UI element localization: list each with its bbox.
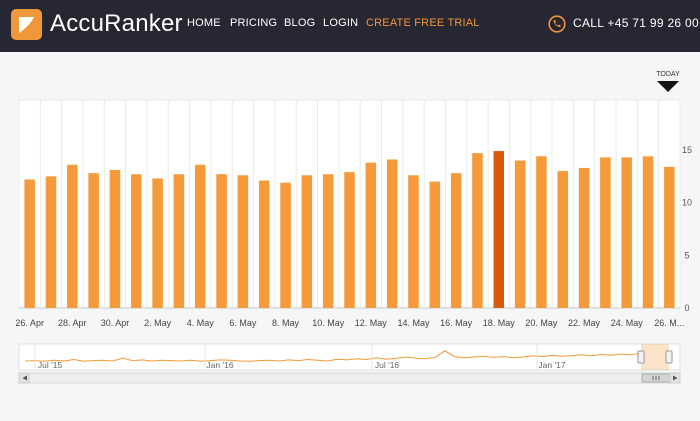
navigator-scrollbar-track[interactable] bbox=[18, 372, 681, 384]
navigator-right-handle[interactable] bbox=[665, 350, 673, 364]
x-tick-label: 12. May bbox=[355, 318, 388, 328]
bar-24-may bbox=[621, 157, 632, 308]
bar-2-may bbox=[152, 178, 163, 308]
bar-17-may bbox=[472, 153, 483, 308]
rank-history-chart[interactable]: 0 5 10 15 26. Apr 28. Apr 30. Apr 2. May 4. May… bbox=[0, 52, 700, 416]
x-tick-label: 28. Apr bbox=[58, 318, 87, 328]
nav-home[interactable]: HOME bbox=[187, 17, 221, 29]
bar-20-may bbox=[536, 156, 547, 308]
y-tick-label: 0 bbox=[684, 303, 689, 313]
x-tick-label: 26. M... bbox=[654, 318, 684, 328]
y-axis: 0 5 10 15 bbox=[682, 145, 692, 313]
phone-icon[interactable] bbox=[548, 15, 566, 33]
y-tick-label: 10 bbox=[682, 198, 692, 208]
bar-8-may bbox=[280, 182, 291, 308]
y-tick-label: 5 bbox=[684, 250, 689, 260]
x-tick-label: 2. May bbox=[144, 318, 172, 328]
x-tick-label: 18. May bbox=[483, 318, 516, 328]
x-tick-label: 30. Apr bbox=[101, 318, 130, 328]
phone-number[interactable]: CALL +45 71 99 26 00 bbox=[573, 16, 699, 30]
navigator-background bbox=[18, 343, 681, 371]
bar-9-may bbox=[301, 175, 313, 308]
bar-26-apr bbox=[24, 179, 35, 308]
top-navigation-bar: AccuRanker HOME PRICING BLOG LOGIN CREAT… bbox=[0, 0, 700, 52]
x-tick-label: 14. May bbox=[397, 318, 430, 328]
bar-10-may bbox=[322, 174, 334, 308]
bar-5-may bbox=[216, 174, 227, 308]
bar-4-may bbox=[194, 164, 206, 308]
range-navigator: Jul '15 Jan '16 Jul '16 Jan '17 bbox=[18, 343, 681, 384]
bar-30-apr bbox=[109, 170, 121, 308]
bar-18-may bbox=[493, 151, 505, 308]
navigator-label: Jan '17 bbox=[538, 360, 565, 370]
bar-7-may bbox=[258, 180, 270, 308]
keyword-rank-chart: 0 5 10 15 26. Apr 28. Apr 30. Apr 2. May 4. May… bbox=[0, 52, 700, 416]
bar-21-may bbox=[557, 171, 568, 308]
navigator-label: Jul '16 bbox=[375, 360, 400, 370]
navigator-left-handle[interactable] bbox=[637, 350, 645, 364]
navigator-selected-range bbox=[641, 344, 669, 370]
x-tick-label: 16. May bbox=[440, 318, 473, 328]
accuranker-logo-icon[interactable] bbox=[11, 9, 42, 40]
x-tick-label: 22. May bbox=[568, 318, 601, 328]
bar-11-may bbox=[344, 172, 355, 308]
x-tick-label: 10. May bbox=[312, 318, 345, 328]
bar-19-may bbox=[514, 160, 526, 308]
bar-13-may bbox=[386, 159, 398, 308]
bar-12-may bbox=[365, 162, 377, 308]
today-marker: TODAY bbox=[656, 71, 680, 92]
x-tick-label: 24. May bbox=[611, 318, 644, 328]
x-axis: 26. Apr 28. Apr 30. Apr 2. May 4. May 6. May 8… bbox=[15, 318, 684, 328]
bar-14-may bbox=[408, 175, 419, 308]
x-tick-label: 8. May bbox=[272, 318, 300, 328]
nav-pricing[interactable]: PRICING bbox=[230, 17, 277, 29]
bar-27-apr bbox=[45, 176, 57, 308]
x-tick-label: 6. May bbox=[229, 318, 257, 328]
x-tick-label: 20. May bbox=[525, 318, 558, 328]
navigator-label: Jul '15 bbox=[38, 360, 63, 370]
nav-create-free-trial[interactable]: CREATE FREE TRIAL bbox=[366, 17, 480, 29]
bar-1-may bbox=[131, 174, 142, 308]
x-tick-label: 4. May bbox=[187, 318, 215, 328]
nav-blog[interactable]: BLOG bbox=[284, 17, 315, 29]
bar-25-may bbox=[642, 156, 654, 308]
y-tick-label: 15 bbox=[682, 145, 692, 155]
bar-23-may bbox=[600, 157, 611, 308]
x-tick-label: 26. Apr bbox=[15, 318, 44, 328]
bar-29-apr bbox=[88, 173, 99, 308]
today-label: TODAY bbox=[656, 71, 680, 78]
nav-login[interactable]: LOGIN bbox=[323, 17, 358, 29]
bar-3-may bbox=[173, 174, 185, 308]
bar-6-may bbox=[237, 175, 249, 308]
bar-26-may bbox=[664, 166, 675, 308]
bar-15-may bbox=[429, 181, 441, 308]
navigator-label: Jan '16 bbox=[206, 360, 233, 370]
bar-28-apr bbox=[67, 164, 78, 308]
logo-text[interactable]: AccuRanker bbox=[50, 10, 183, 38]
today-arrow-icon bbox=[657, 81, 679, 92]
bar-22-may bbox=[578, 167, 590, 308]
bar-16-may bbox=[450, 173, 462, 308]
